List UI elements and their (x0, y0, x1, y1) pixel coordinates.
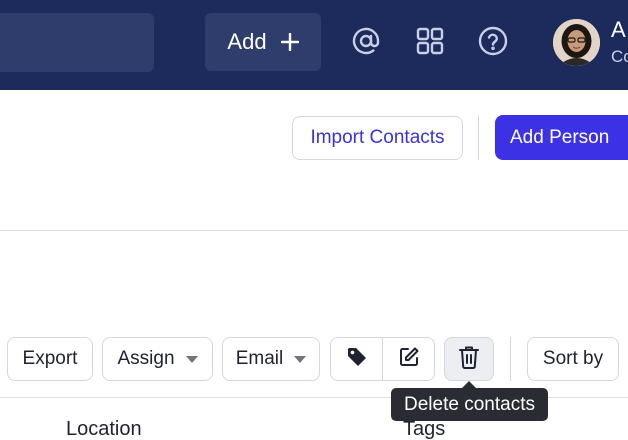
assign-label: Assign (117, 348, 175, 369)
apps-grid-icon[interactable] (412, 23, 448, 59)
email-label: Email (235, 348, 284, 369)
column-header-tags[interactable]: Tags (403, 418, 445, 440)
assign-dropdown[interactable]: Assign (102, 337, 213, 381)
avatar[interactable] (553, 19, 600, 66)
export-label: Export (22, 348, 78, 369)
tag-icon (346, 346, 368, 373)
edit-icon (398, 346, 420, 373)
import-contacts-button[interactable]: Import Contacts (292, 116, 463, 160)
divider (0, 230, 628, 231)
delete-contacts-button[interactable] (444, 337, 494, 381)
divider (510, 337, 511, 381)
user-subtitle: Co (611, 47, 628, 66)
divider (478, 116, 479, 160)
tooltip-arrow (462, 381, 476, 388)
chevron-down-icon (294, 355, 307, 363)
export-button[interactable]: Export (7, 337, 93, 381)
trash-icon (458, 345, 480, 374)
tag-button[interactable] (331, 338, 382, 380)
delete-contacts-tooltip: Delete contacts (391, 388, 548, 421)
user-name: A (611, 17, 626, 42)
bulk-action-group (330, 337, 435, 381)
add-person-button[interactable]: Add Person (495, 115, 628, 160)
add-button[interactable]: Add (205, 13, 321, 71)
help-icon[interactable] (475, 23, 511, 59)
search-input[interactable] (0, 13, 154, 72)
plus-icon (280, 33, 299, 51)
chevron-down-icon (185, 355, 198, 363)
email-dropdown[interactable]: Email (222, 337, 320, 381)
add-button-label: Add (227, 29, 267, 54)
sort-by-label: Sort by (542, 348, 604, 369)
top-navigation-bar: Add A C (0, 0, 628, 90)
column-header-location[interactable]: Location (66, 418, 142, 440)
at-icon[interactable] (348, 23, 384, 59)
sort-by-button[interactable]: Sort by (527, 337, 619, 381)
edit-button[interactable] (382, 338, 434, 380)
